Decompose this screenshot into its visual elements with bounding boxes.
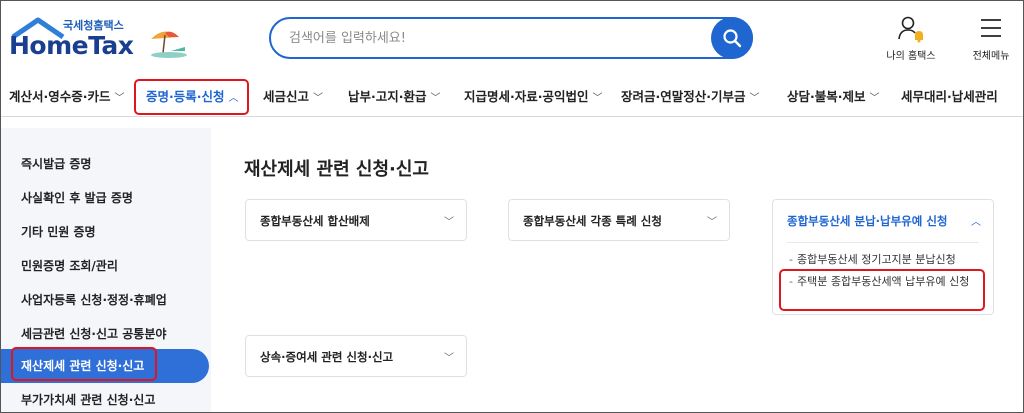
sidebar-item-fact-check-certificate[interactable]: 사실확인 후 발급 증명 [1,181,209,215]
dash-marker: - [789,275,793,288]
sidebar-item-tax-common[interactable]: 세금관련 신청·신고 공통분야 [1,317,209,351]
gnb-item-consult-appeal[interactable]: 상담·불복·제보 ﹀ [787,77,880,117]
sidebar-item-other-certificate[interactable]: 기타 민원 증명 [1,215,209,249]
sidebar-item-vat[interactable]: 부가가치세 관련 신청·신고 [1,383,209,412]
card-special-application[interactable]: 종합부동산세 각종 특례 신청 ﹀ [508,199,730,241]
header: 국세청홈택스 HomeTax 검색어를 입력하세요! 나의 홈택스 전체메뉴 [1,1,1023,77]
gnb-item-label: 세금신고 [263,89,310,104]
card-label: 종합부동산세 합산배제 [260,214,370,228]
page-title: 재산제세 관련 신청·신고 [244,159,429,180]
chevron-down-icon: ﹀ [444,353,454,364]
sub-item-installment-application[interactable]: - 종합부동산세 정기고지분 분납신청 [789,252,979,268]
all-menu-button[interactable]: 전체메뉴 [963,15,1019,63]
gnb-item-certificate-registration[interactable]: 증명·등록·신청 ︿ [146,77,239,117]
chevron-down-icon: ﹀ [444,217,454,228]
chevron-up-icon: ︿ [971,217,981,228]
card-label: 종합부동산세 각종 특례 신청 [523,214,662,228]
gnb-item-label: 세무대리·납세관리 [901,89,998,104]
search-bar [269,17,753,59]
sidebar-item-label: 세금관련 신청·신고 공통분야 [21,327,167,341]
sidebar: 즉시발급 증명 사실확인 후 발급 증명 기타 민원 증명 민원증명 조회/관리… [1,128,211,412]
global-nav: 계산서·영수증·카드 ﹀ 증명·등록·신청 ︿ 세금신고 ﹀ 납부·고지·환급 ﹀ 지급… [1,77,1023,117]
search-icon [723,29,742,48]
beach-umbrella-icon [151,31,187,58]
gnb-item-tax-filing[interactable]: 세금신고 ﹀ [263,77,323,117]
gnb-item-label: 납부·고지·환급 [348,89,427,104]
sidebar-item-label: 기타 민원 증명 [21,225,96,239]
user-bell-icon [898,16,923,43]
sidebar-item-label: 재산제세 관련 신청·신고 [21,359,145,373]
card-comprehensive-exclusion[interactable]: 종합부동산세 합산배제 ﹀ [245,199,467,241]
all-menu-label: 전체메뉴 [972,51,1010,62]
chevron-down-icon: ﹀ [707,217,717,228]
gnb-item-tax-agent[interactable]: 세무대리·납세관리 [901,77,998,117]
gnb-item-label: 상담·불복·제보 [787,89,866,104]
search-input[interactable] [289,28,689,48]
sub-item-deferral-application[interactable]: - 주택분 종합부동산세액 납부유예 신청 [789,274,979,290]
sidebar-item-label: 민원증명 조회/관리 [21,259,118,273]
chevron-down-icon: ﹀ [869,93,880,104]
gnb-item-payment-refund[interactable]: 납부·고지·환급 ﹀ [348,77,441,117]
sub-item-label: 종합부동산세 정기고지분 분납신청 [796,253,956,266]
chevron-down-icon: ﹀ [313,93,324,104]
card-installment-deferral[interactable]: 종합부동산세 분납·납부유예 신청 ︿ - 종합부동산세 정기고지분 분납신청 -… [772,199,994,315]
card-label: 상속·증여세 관련 신청·신고 [260,350,394,364]
chevron-down-icon: ﹀ [430,93,441,104]
chevron-down-icon: ﹀ [749,93,760,104]
sub-item-label: 주택분 종합부동산세액 납부유예 신청 [796,275,970,288]
divider [787,242,979,243]
sidebar-item-label: 부가가치세 관련 신청·신고 [21,393,156,407]
sidebar-item-label: 사실확인 후 발급 증명 [21,191,133,205]
gnb-item-payment-statement[interactable]: 지급명세·자료·공익법인 ﹀ [464,77,603,117]
chevron-up-icon: ︿ [228,93,239,104]
chevron-down-icon: ﹀ [114,93,125,104]
gnb-item-incentive-yearend[interactable]: 장려금·연말정산·기부금 ﹀ [621,77,760,117]
gnb-item-label: 계산서·영수증·카드 [9,89,111,104]
sidebar-item-certificate-manage[interactable]: 민원증명 조회/관리 [1,249,209,283]
sidebar-item-property-tax[interactable]: 재산제세 관련 신청·신고 [1,349,209,383]
card-label: 종합부동산세 분납·납부유예 신청 [787,214,948,228]
chevron-down-icon: ﹀ [592,93,603,104]
sidebar-item-label: 즉시발급 증명 [21,157,92,171]
gnb-item-invoice-receipt-card[interactable]: 계산서·영수증·카드 ﹀ [9,77,125,117]
search-button[interactable] [711,17,753,59]
gnb-item-label: 장려금·연말정산·기부금 [621,89,746,104]
sidebar-item-instant-certificate[interactable]: 즉시발급 증명 [1,147,209,181]
dash-marker: - [789,253,793,266]
sidebar-item-business-registration[interactable]: 사업자등록 신청·정정·휴폐업 [1,283,209,317]
logo-title: HomeTax [9,31,134,60]
gnb-item-label: 증명·등록·신청 [146,89,225,104]
hamburger-menu-icon [981,19,1001,37]
hometax-logo[interactable]: 국세청홈택스 HomeTax [7,15,197,63]
sidebar-item-label: 사업자등록 신청·정정·휴폐업 [21,293,167,307]
my-hometax-label: 나의 홈택스 [886,51,936,62]
my-hometax-button[interactable]: 나의 홈택스 [875,15,947,63]
page-frame: 국세청홈택스 HomeTax 검색어를 입력하세요! 나의 홈택스 전체메뉴 계… [0,0,1024,413]
card-inheritance-gift[interactable]: 상속·증여세 관련 신청·신고 ﹀ [245,335,467,377]
gnb-item-label: 지급명세·자료·공익법인 [464,89,589,104]
